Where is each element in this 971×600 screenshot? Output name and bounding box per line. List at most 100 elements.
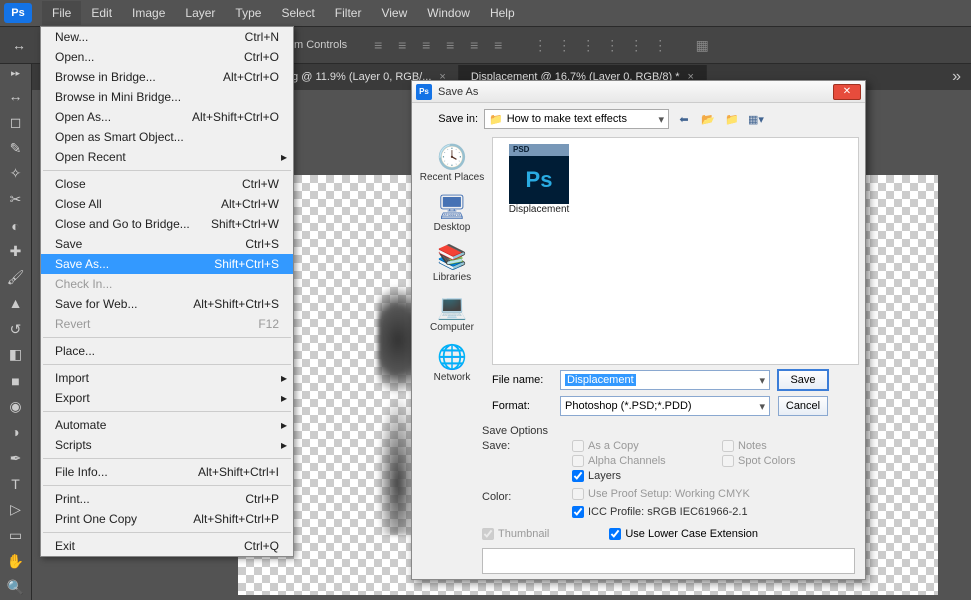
file-item-displacement[interactable]: Ps Displacement [499, 144, 579, 215]
dodge-tool-icon[interactable]: ◑ [3, 420, 29, 445]
close-button[interactable]: ✕ [833, 84, 861, 100]
distribute-2-icon[interactable]: ⋮ [553, 34, 575, 56]
zoom-tool-icon[interactable]: 🔍 [3, 575, 29, 600]
menu-item-save[interactable]: SaveCtrl+S [41, 234, 293, 254]
menu-item-save-as[interactable]: Save As...Shift+Ctrl+S [41, 254, 293, 274]
menu-item-automate[interactable]: Automate▸ [41, 415, 293, 435]
tabs-more-icon[interactable]: » [952, 68, 961, 86]
hand-tool-icon[interactable]: ✋ [3, 549, 29, 574]
distribute-3-icon[interactable]: ⋮ [577, 34, 599, 56]
menu-item-open[interactable]: Open...Ctrl+O [41, 47, 293, 67]
distribute-6-icon[interactable]: ⋮ [649, 34, 671, 56]
dialog-title: Save As [438, 86, 833, 98]
thumbnail-checkbox[interactable]: Thumbnail [482, 528, 549, 540]
view-menu-icon[interactable]: ▦▾ [747, 110, 765, 128]
move-tool-icon[interactable]: ↔ [3, 84, 29, 109]
menu-image[interactable]: Image [122, 1, 175, 25]
save-button[interactable]: Save [778, 370, 828, 390]
spot-checkbox[interactable]: Spot Colors [722, 455, 872, 467]
place-libraries[interactable]: 📚Libraries [416, 241, 488, 289]
move-tool-indicator-icon[interactable]: ↔ [4, 37, 34, 53]
menu-item-export[interactable]: Export▸ [41, 388, 293, 408]
menu-window[interactable]: Window [417, 1, 480, 25]
arrange-icon[interactable]: ▦ [691, 34, 713, 56]
stamp-tool-icon[interactable]: ▲ [3, 291, 29, 316]
marquee-tool-icon[interactable]: ◻ [3, 110, 29, 135]
format-dropdown[interactable]: Photoshop (*.PSD;*.PDD) ▾ [560, 396, 770, 416]
menu-help[interactable]: Help [480, 1, 525, 25]
blur-tool-icon[interactable]: ◉ [3, 394, 29, 419]
menu-item-file-info[interactable]: File Info...Alt+Shift+Ctrl+I [41, 462, 293, 482]
menu-item-close[interactable]: CloseCtrl+W [41, 174, 293, 194]
eyedropper-tool-icon[interactable]: ◐ [3, 213, 29, 238]
icc-checkbox[interactable]: ICC Profile: sRGB IEC61966-2.1 [572, 506, 872, 518]
up-icon[interactable]: 📂 [699, 110, 717, 128]
wand-tool-icon[interactable]: ✧ [3, 162, 29, 187]
save-in-dropdown[interactable]: 📁 How to make text effects ▾ [484, 109, 669, 129]
alpha-checkbox[interactable]: Alpha Channels [572, 455, 722, 467]
menu-item-label: Open... [55, 50, 94, 64]
menu-item-place[interactable]: Place... [41, 341, 293, 361]
menu-filter[interactable]: Filter [325, 1, 372, 25]
network-icon: 🌐 [437, 343, 467, 372]
filename-input[interactable]: Displacement ▾ [560, 370, 770, 390]
lasso-tool-icon[interactable]: ✎ [3, 136, 29, 161]
menu-item-open-as-smart-object[interactable]: Open as Smart Object... [41, 127, 293, 147]
menu-item-print-one-copy[interactable]: Print One CopyAlt+Shift+Ctrl+P [41, 509, 293, 529]
menu-edit[interactable]: Edit [81, 1, 122, 25]
align-bottom-icon[interactable]: ≡ [487, 34, 509, 56]
cancel-button[interactable]: Cancel [778, 396, 828, 416]
menu-item-print[interactable]: Print...Ctrl+P [41, 489, 293, 509]
menu-item-check-in: Check In... [41, 274, 293, 294]
eraser-tool-icon[interactable]: ◧ [3, 342, 29, 367]
proof-checkbox[interactable]: Use Proof Setup: Working CMYK [572, 485, 872, 503]
menu-item-close-and-go-to-bridge[interactable]: Close and Go to Bridge...Shift+Ctrl+W [41, 214, 293, 234]
shape-tool-icon[interactable]: ▭ [3, 523, 29, 548]
menu-item-open-recent[interactable]: Open Recent▸ [41, 147, 293, 167]
align-top-icon[interactable]: ≡ [439, 34, 461, 56]
menu-item-scripts[interactable]: Scripts▸ [41, 435, 293, 455]
options-label: m Controls [294, 39, 347, 51]
menu-file[interactable]: File [42, 1, 81, 25]
type-tool-icon[interactable]: T [3, 472, 29, 497]
distribute-4-icon[interactable]: ⋮ [601, 34, 623, 56]
align-left-icon[interactable]: ≡ [367, 34, 389, 56]
path-tool-icon[interactable]: ▷ [3, 498, 29, 523]
align-center-v-icon[interactable]: ≡ [463, 34, 485, 56]
menu-item-import[interactable]: Import▸ [41, 368, 293, 388]
menu-item-new[interactable]: New...Ctrl+N [41, 27, 293, 47]
menu-item-save-for-web[interactable]: Save for Web...Alt+Shift+Ctrl+S [41, 294, 293, 314]
healing-tool-icon[interactable]: ✚ [3, 239, 29, 264]
brush-tool-icon[interactable]: 🖌 [3, 265, 29, 290]
as-copy-checkbox[interactable]: As a Copy [572, 440, 722, 452]
menu-layer[interactable]: Layer [175, 1, 225, 25]
new-folder-icon[interactable]: 📁 [723, 110, 741, 128]
file-list[interactable]: Ps Displacement [492, 137, 859, 365]
layers-checkbox[interactable]: Layers [572, 470, 722, 482]
notes-checkbox[interactable]: Notes [722, 440, 872, 452]
lowercase-checkbox[interactable]: Use Lower Case Extension [609, 528, 758, 540]
crop-tool-icon[interactable]: ✂ [3, 187, 29, 212]
place-computer[interactable]: 💻Computer [416, 291, 488, 339]
menu-type[interactable]: Type [225, 1, 271, 25]
align-center-h-icon[interactable]: ≡ [391, 34, 413, 56]
gradient-tool-icon[interactable]: ■ [3, 368, 29, 393]
menu-item-close-all[interactable]: Close AllAlt+Ctrl+W [41, 194, 293, 214]
menu-item-browse-in-mini-bridge[interactable]: Browse in Mini Bridge... [41, 87, 293, 107]
place-desktop[interactable]: 🖥Desktop [416, 191, 488, 239]
pen-tool-icon[interactable]: ✒ [3, 446, 29, 471]
menu-item-exit[interactable]: ExitCtrl+Q [41, 536, 293, 556]
menu-item-open-as[interactable]: Open As...Alt+Shift+Ctrl+O [41, 107, 293, 127]
align-right-icon[interactable]: ≡ [415, 34, 437, 56]
distribute-1-icon[interactable]: ⋮ [529, 34, 551, 56]
toolbox-expand-icon[interactable]: ▸▸ [11, 68, 20, 79]
menu-view[interactable]: View [371, 1, 417, 25]
distribute-5-icon[interactable]: ⋮ [625, 34, 647, 56]
menu-select[interactable]: Select [271, 1, 324, 25]
history-brush-tool-icon[interactable]: ↺ [3, 317, 29, 342]
place-network[interactable]: 🌐Network [416, 341, 488, 389]
menu-item-browse-in-bridge[interactable]: Browse in Bridge...Alt+Ctrl+O [41, 67, 293, 87]
back-icon[interactable]: ⬅ [675, 110, 693, 128]
place-recent-places[interactable]: 🕓Recent Places [416, 141, 488, 189]
dialog-titlebar[interactable]: Ps Save As ✕ [412, 81, 865, 103]
